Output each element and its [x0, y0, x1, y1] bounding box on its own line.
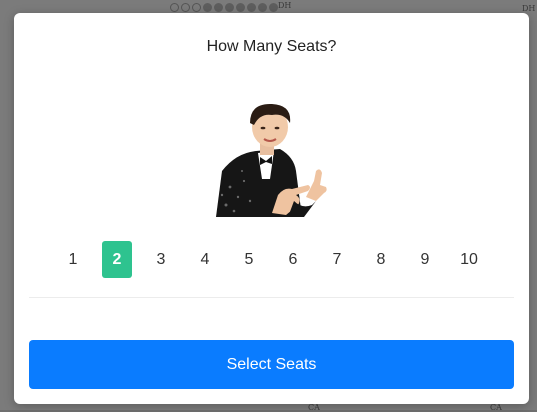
background-section-label: DH	[278, 1, 292, 10]
seat-count-selector: 1 2 3 4 5 6 7 8 9 10	[58, 241, 498, 278]
right-eye	[274, 126, 280, 130]
seat-count-option-1[interactable]: 1	[58, 241, 88, 278]
background-seat-row	[170, 3, 278, 12]
divider	[29, 297, 514, 298]
performer-illustration	[216, 103, 327, 217]
seat-count-option-2[interactable]: 2	[102, 241, 132, 278]
seat-count-option-4[interactable]: 4	[190, 241, 220, 278]
seat-count-option-10[interactable]: 10	[454, 241, 484, 278]
bg-seat	[269, 3, 278, 12]
seat-count-option-5[interactable]: 5	[234, 241, 264, 278]
performer-photo-icon	[216, 101, 328, 217]
seat-count-dialog: How Many Seats? 1 2 3 4 5 6 7 8 9 10 Sel…	[14, 13, 529, 404]
bg-seat	[247, 3, 256, 12]
bg-seat	[236, 3, 245, 12]
background-section-label: DH	[522, 4, 536, 13]
left-eye	[260, 126, 266, 130]
bg-seat	[203, 3, 212, 12]
raised-hand	[306, 169, 327, 201]
seat-count-option-3[interactable]: 3	[146, 241, 176, 278]
bg-seat	[258, 3, 267, 12]
seat-count-option-7[interactable]: 7	[322, 241, 352, 278]
seat-count-option-9[interactable]: 9	[410, 241, 440, 278]
seat-count-option-8[interactable]: 8	[366, 241, 396, 278]
bg-seat	[192, 3, 201, 12]
dialog-title: How Many Seats?	[206, 38, 337, 55]
background-section-label: CA	[490, 403, 502, 412]
select-seats-button[interactable]: Select Seats	[29, 340, 514, 389]
bg-seat	[181, 3, 190, 12]
bg-seat	[170, 3, 179, 12]
seat-count-option-6[interactable]: 6	[278, 241, 308, 278]
background-section-label: CA	[308, 403, 320, 412]
bg-seat	[225, 3, 234, 12]
bg-seat	[214, 3, 223, 12]
